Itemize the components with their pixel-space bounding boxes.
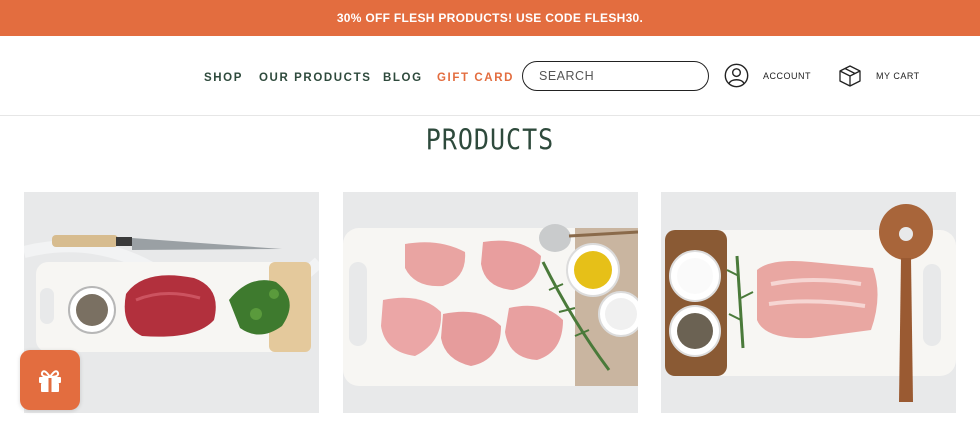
gift-icon	[39, 370, 61, 392]
nav-our-products[interactable]: OUR PRODUCTS	[259, 72, 371, 84]
user-icon	[724, 63, 749, 88]
nav-gift-card[interactable]: GIFT CARD	[437, 72, 514, 84]
nav-blog[interactable]: BLOG	[383, 72, 423, 84]
search-input[interactable]	[522, 61, 709, 91]
gift-rewards-button[interactable]	[20, 350, 80, 410]
cart-label: MY CART	[876, 71, 920, 81]
promo-text: 30% OFF FLESH PRODUCTS! USE CODE FLESH30…	[336, 11, 644, 25]
account-label: ACCOUNT	[763, 70, 811, 81]
product-image-pork	[661, 192, 956, 413]
product-card[interactable]	[343, 192, 638, 413]
site-header: SHOP OUR PRODUCTS BLOG GIFT CARD ACCOUNT…	[0, 36, 980, 116]
product-image-chicken	[343, 192, 638, 413]
box-icon	[839, 65, 861, 87]
product-card[interactable]	[661, 192, 956, 413]
promo-banner: 30% OFF FLESH PRODUCTS! USE CODE FLESH30…	[0, 0, 980, 36]
page-title: PRODUCTS	[425, 122, 555, 157]
nav-shop[interactable]: SHOP	[204, 72, 243, 84]
cart-button[interactable]: MY CART	[838, 64, 920, 88]
account-button[interactable]: ACCOUNT	[724, 63, 811, 88]
